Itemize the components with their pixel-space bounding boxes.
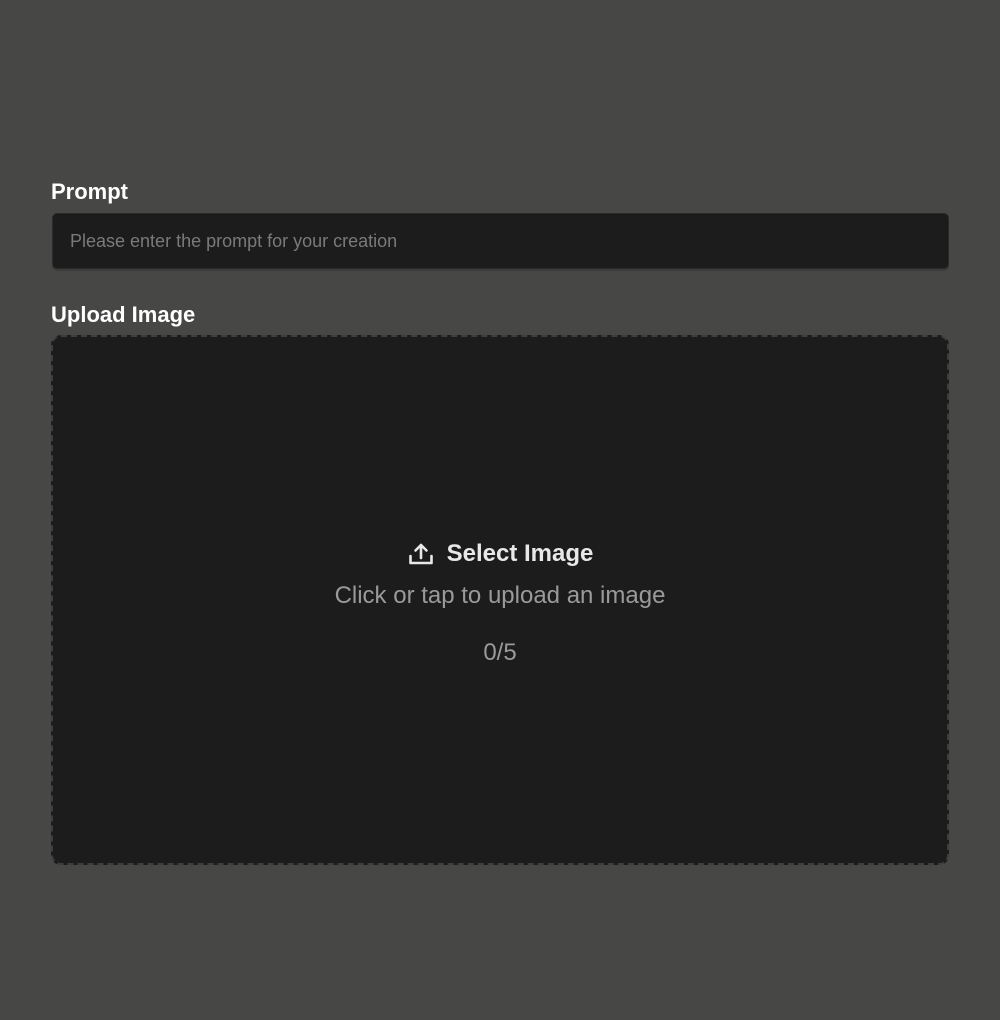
- image-count: 0/5: [483, 639, 517, 666]
- upload-instructions: Click or tap to upload an image: [334, 582, 666, 609]
- select-image-row: Select Image: [407, 537, 594, 571]
- prompt-label: Prompt: [51, 179, 128, 204]
- dropzone-content: Select Image Click or tap to upload an i…: [53, 537, 947, 667]
- creation-form: Prompt Upload Image Select Image Click o…: [51, 178, 949, 865]
- upload-icon: [407, 540, 435, 568]
- image-upload-dropzone[interactable]: Select Image Click or tap to upload an i…: [51, 335, 949, 865]
- prompt-input[interactable]: [52, 213, 949, 269]
- upload-image-label: Upload Image: [51, 302, 196, 327]
- select-image-title: Select Image: [446, 540, 594, 567]
